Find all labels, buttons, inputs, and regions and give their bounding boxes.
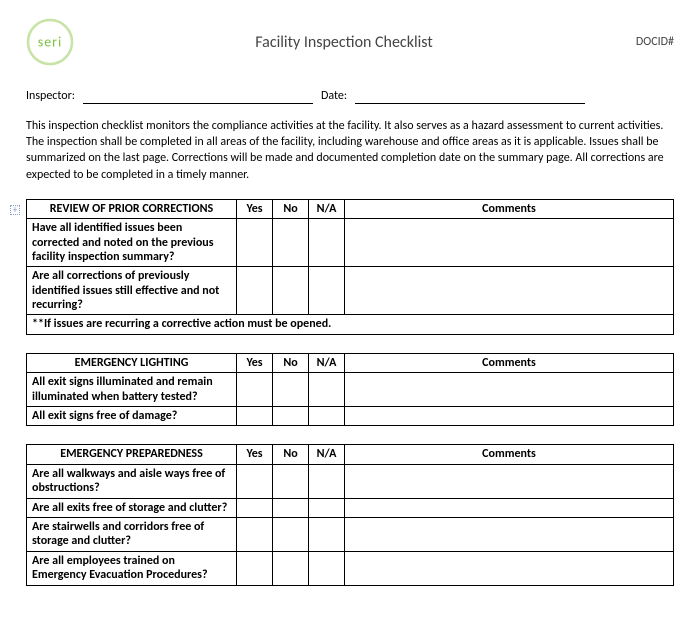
cell-comments[interactable] (345, 219, 674, 267)
item-text: Are all corrections of previously identi… (27, 267, 237, 315)
inspector-label: Inspector: (26, 89, 75, 104)
cell-no[interactable] (273, 518, 309, 552)
item-text: Are all employees trained on Emergency E… (27, 551, 237, 585)
cell-no[interactable] (273, 464, 309, 498)
cell-yes[interactable] (237, 219, 273, 267)
cell-yes[interactable] (237, 518, 273, 552)
col-na: N/A (309, 445, 345, 464)
col-comments: Comments (345, 445, 674, 464)
col-no: No (273, 353, 309, 372)
cell-comments[interactable] (345, 551, 674, 585)
table-row: Are all exits free of storage and clutte… (27, 498, 674, 517)
cell-yes[interactable] (237, 498, 273, 517)
date-label: Date: (321, 89, 347, 104)
table-row: Are all walkways and aisle ways free of … (27, 464, 674, 498)
cell-comments[interactable] (345, 267, 674, 315)
footnote-text: **If issues are recurring a corrective a… (27, 315, 674, 334)
col-yes: Yes (237, 353, 273, 372)
col-comments: Comments (345, 199, 674, 218)
document-title: Facility Inspection Checklist (74, 33, 614, 52)
col-na: N/A (309, 199, 345, 218)
cell-na[interactable] (309, 518, 345, 552)
section-emergency-preparedness: EMERGENCY PREPAREDNESS Yes No N/A Commen… (26, 444, 674, 585)
col-no: No (273, 199, 309, 218)
section-prior-corrections: REVIEW OF PRIOR CORRECTIONS Yes No N/A C… (26, 199, 674, 335)
cell-no[interactable] (273, 219, 309, 267)
cell-no[interactable] (273, 267, 309, 315)
col-na: N/A (309, 353, 345, 372)
intro-text: This inspection checklist monitors the c… (26, 118, 674, 183)
table-anchor-icon: + (10, 205, 20, 215)
docid-label: DOCID# (614, 35, 674, 49)
seri-logo: seri (26, 18, 74, 66)
table-row: Are all corrections of previously identi… (27, 267, 674, 315)
col-yes: Yes (237, 445, 273, 464)
cell-na[interactable] (309, 407, 345, 426)
section-title: EMERGENCY PREPAREDNESS (27, 445, 237, 464)
cell-yes[interactable] (237, 267, 273, 315)
cell-no[interactable] (273, 373, 309, 407)
cell-na[interactable] (309, 267, 345, 315)
col-comments: Comments (345, 353, 674, 372)
page: seri Facility Inspection Checklist DOCID… (0, 0, 700, 624)
cell-yes[interactable] (237, 373, 273, 407)
cell-comments[interactable] (345, 464, 674, 498)
document-header: seri Facility Inspection Checklist DOCID… (26, 18, 674, 66)
section-header-row: EMERGENCY PREPAREDNESS Yes No N/A Commen… (27, 445, 674, 464)
logo-text: seri (38, 34, 63, 51)
section-title: REVIEW OF PRIOR CORRECTIONS (27, 199, 237, 218)
section-emergency-lighting: EMERGENCY LIGHTING Yes No N/A Comments A… (26, 353, 674, 427)
cell-no[interactable] (273, 498, 309, 517)
table-row: Have all identified issues been correcte… (27, 219, 674, 267)
item-text: All exit signs illuminated and remain il… (27, 373, 237, 407)
item-text: All exit signs free of damage? (27, 407, 237, 426)
date-input-line[interactable] (355, 88, 585, 104)
cell-comments[interactable] (345, 373, 674, 407)
col-no: No (273, 445, 309, 464)
table-row: Are all employees trained on Emergency E… (27, 551, 674, 585)
section-header-row: EMERGENCY LIGHTING Yes No N/A Comments (27, 353, 674, 372)
inspector-input-line[interactable] (83, 88, 313, 104)
table-row: All exit signs illuminated and remain il… (27, 373, 674, 407)
meta-fields: Inspector: Date: (26, 88, 674, 104)
cell-na[interactable] (309, 498, 345, 517)
cell-comments[interactable] (345, 498, 674, 517)
cell-yes[interactable] (237, 407, 273, 426)
cell-na[interactable] (309, 219, 345, 267)
col-yes: Yes (237, 199, 273, 218)
cell-yes[interactable] (237, 551, 273, 585)
cell-na[interactable] (309, 464, 345, 498)
section-title: EMERGENCY LIGHTING (27, 353, 237, 372)
table-row: Are stairwells and corridors free of sto… (27, 518, 674, 552)
cell-comments[interactable] (345, 518, 674, 552)
item-text: Have all identified issues been correcte… (27, 219, 237, 267)
item-text: Are stairwells and corridors free of sto… (27, 518, 237, 552)
cell-comments[interactable] (345, 407, 674, 426)
item-text: Are all walkways and aisle ways free of … (27, 464, 237, 498)
cell-na[interactable] (309, 551, 345, 585)
cell-yes[interactable] (237, 464, 273, 498)
cell-no[interactable] (273, 551, 309, 585)
section-header-row: REVIEW OF PRIOR CORRECTIONS Yes No N/A C… (27, 199, 674, 218)
cell-na[interactable] (309, 373, 345, 407)
item-text: Are all exits free of storage and clutte… (27, 498, 237, 517)
table-row: All exit signs free of damage? (27, 407, 674, 426)
footnote-row: **If issues are recurring a corrective a… (27, 315, 674, 334)
cell-no[interactable] (273, 407, 309, 426)
